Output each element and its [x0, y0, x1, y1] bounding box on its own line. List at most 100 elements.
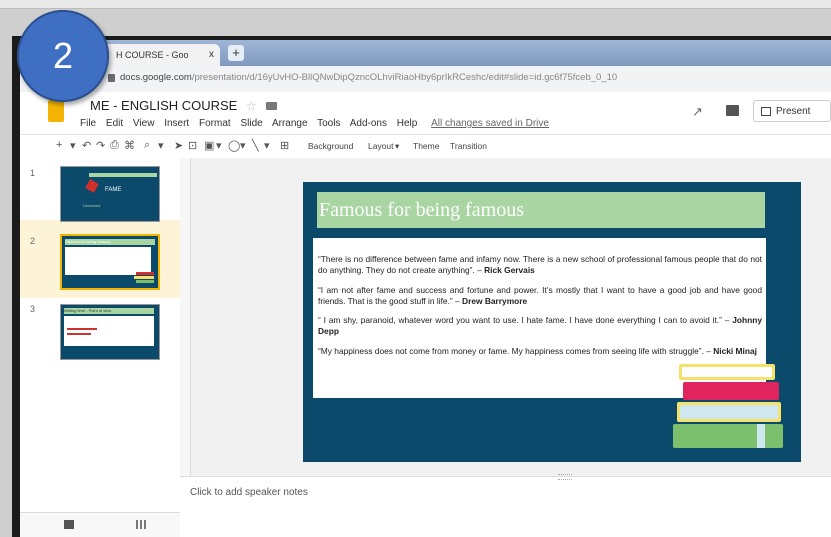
- speaker-notes-placeholder[interactable]: Click to add speaker notes: [190, 487, 308, 498]
- present-label: Present: [776, 106, 811, 117]
- url-text[interactable]: docs.google.com/presentation/d/16yUvHO-B…: [120, 72, 617, 83]
- menu-insert[interactable]: Insert: [164, 118, 189, 129]
- new-slide-icon[interactable]: +: [56, 139, 62, 151]
- slide-thumbnail-2[interactable]: Famous for being famous: [60, 234, 160, 290]
- redo-icon[interactable]: ↷: [96, 139, 105, 152]
- quote-text: “There is no difference between fame and…: [318, 254, 762, 276]
- layout-button[interactable]: Layout: [368, 141, 394, 151]
- book-yellow: [679, 364, 775, 380]
- filmstrip-footer: [20, 512, 180, 537]
- menu-tools[interactable]: Tools: [317, 118, 340, 129]
- book-stripe: [757, 424, 765, 448]
- slide-title[interactable]: Famous for being famous: [317, 192, 765, 228]
- url-path: /presentation/d/16yUvHO-BllQNwDipQzncOLh…: [191, 72, 618, 83]
- thumb-book: [136, 280, 154, 283]
- comment-add-icon[interactable]: ⊞: [280, 139, 289, 152]
- thumb-title: Famous for being famous: [65, 239, 155, 245]
- quote-author: Drew Barrymore: [462, 295, 528, 306]
- close-tab-icon[interactable]: x: [209, 44, 214, 66]
- quote-text: “My happiness does not come from money o…: [318, 345, 714, 356]
- thumb-textbox: [65, 247, 151, 275]
- thumb-bar: [89, 173, 157, 177]
- zoom-dropdown-icon[interactable]: ▾: [158, 139, 164, 152]
- shape-dropdown-icon[interactable]: ▾: [240, 139, 246, 152]
- menu-addons[interactable]: Add-ons: [350, 118, 387, 129]
- folder-icon[interactable]: [266, 102, 277, 110]
- editing-toolbar: + ▾ ↶ ↷ ⎙ ⌘ ⌕ ▾ ➤ ⊡ ▣ ▾ ◯ ▾ ╲ ▾ ⊞ Backgr…: [20, 134, 831, 160]
- new-tab-button[interactable]: +: [228, 45, 244, 61]
- books-illustration[interactable]: [671, 364, 791, 460]
- slide-number: 2: [30, 236, 36, 246]
- save-status[interactable]: All changes saved in Drive: [431, 118, 549, 129]
- paint-format-icon[interactable]: ⌘: [124, 139, 135, 152]
- image-icon[interactable]: ▣: [204, 139, 214, 152]
- dropdown-icon[interactable]: ▾: [70, 139, 76, 152]
- menu-slide[interactable]: Slide: [240, 118, 262, 129]
- thumb-red-text: [67, 333, 91, 335]
- star-icon[interactable]: ☆: [246, 99, 257, 113]
- quote-4: “My happiness does not come from money o…: [318, 346, 762, 357]
- browser-window: H COURSE - Goo x + docs.google.com/prese…: [20, 40, 831, 537]
- zoom-icon[interactable]: ⌕: [144, 139, 150, 152]
- print-icon[interactable]: ⎙: [110, 139, 119, 152]
- line-icon[interactable]: ╲: [252, 139, 259, 152]
- menu-format[interactable]: Format: [199, 118, 231, 129]
- slide-thumbnail-1[interactable]: FAME Unnamed: [60, 166, 160, 222]
- shape-icon[interactable]: ◯: [228, 139, 240, 152]
- thumb-red-text: [67, 328, 97, 330]
- thumb-subtitle: Unnamed: [83, 203, 101, 208]
- quote-3: “ I am shy, paranoid, whatever word you …: [318, 315, 762, 337]
- menu-edit[interactable]: Edit: [106, 118, 123, 129]
- activity-trend-icon[interactable]: ↗: [692, 104, 703, 120]
- slides-logo-icon[interactable]: [48, 100, 64, 122]
- text-box-icon[interactable]: ⊡: [188, 139, 197, 152]
- theme-button[interactable]: Theme: [413, 141, 439, 151]
- browser-tab-bar: H COURSE - Goo x +: [20, 40, 831, 66]
- speaker-notes[interactable]: Click to add speaker notes: [180, 474, 831, 537]
- present-icon: [761, 107, 771, 116]
- menu-view[interactable]: View: [133, 118, 155, 129]
- thumb-title: FAME: [105, 187, 122, 193]
- slide-number: 1: [30, 168, 36, 178]
- slide-editor-canvas: Famous for being famous “There is no dif…: [180, 158, 831, 476]
- step-number-badge: 2: [17, 10, 109, 102]
- menu-arrange[interactable]: Arrange: [272, 118, 308, 129]
- menu-help[interactable]: Help: [397, 118, 418, 129]
- browser-tab[interactable]: H COURSE - Goo x: [90, 44, 220, 66]
- top-strip: [0, 0, 831, 9]
- lock-icon: [108, 74, 115, 82]
- slide-thumbnail-3[interactable]: Writing time - Point of view: [60, 304, 160, 360]
- line-dropdown-icon[interactable]: ▾: [264, 139, 270, 152]
- grid-view-icon[interactable]: [136, 520, 146, 529]
- resize-handle[interactable]: [558, 474, 572, 480]
- select-icon[interactable]: ➤: [174, 139, 183, 152]
- thumb-textbox: [64, 316, 154, 346]
- undo-icon[interactable]: ↶: [82, 139, 91, 152]
- thumb-title: Writing time - Point of view: [64, 308, 154, 314]
- quote-2: “I am not after fame and success and for…: [318, 285, 762, 307]
- quote-text: “I am not after fame and success and for…: [318, 284, 762, 306]
- document-title[interactable]: ME - ENGLISH COURSE: [90, 98, 237, 113]
- menu-file[interactable]: File: [80, 118, 96, 129]
- thumb-logo-icon: [85, 179, 99, 193]
- background-button[interactable]: Background: [308, 141, 353, 151]
- filmstrip-view-icon[interactable]: [64, 520, 74, 529]
- slide-number: 3: [30, 304, 36, 314]
- quote-author: Nicki Minaj: [713, 345, 757, 356]
- address-bar[interactable]: docs.google.com/presentation/d/16yUvHO-B…: [20, 66, 831, 93]
- book-green: [673, 424, 783, 448]
- quote-1: “There is no difference between fame and…: [318, 254, 762, 276]
- tab-title: H COURSE - Goo: [116, 50, 189, 60]
- image-dropdown-icon[interactable]: ▾: [216, 139, 222, 152]
- slide-filmstrip: 1 FAME Unnamed 2 Famous for being famous…: [20, 158, 181, 537]
- photo-frame: H COURSE - Goo x + docs.google.com/prese…: [0, 0, 831, 537]
- thumb-book: [136, 272, 154, 275]
- menu-bar: File Edit View Insert Format Slide Arran…: [80, 118, 556, 129]
- current-slide[interactable]: Famous for being famous “There is no dif…: [303, 182, 801, 462]
- vertical-ruler[interactable]: [180, 158, 191, 476]
- transition-button[interactable]: Transition: [450, 141, 487, 151]
- comment-icon[interactable]: [726, 105, 739, 116]
- layout-dropdown-icon[interactable]: ▾: [395, 141, 399, 152]
- present-button[interactable]: Present: [753, 100, 831, 122]
- thumb-book: [134, 276, 154, 279]
